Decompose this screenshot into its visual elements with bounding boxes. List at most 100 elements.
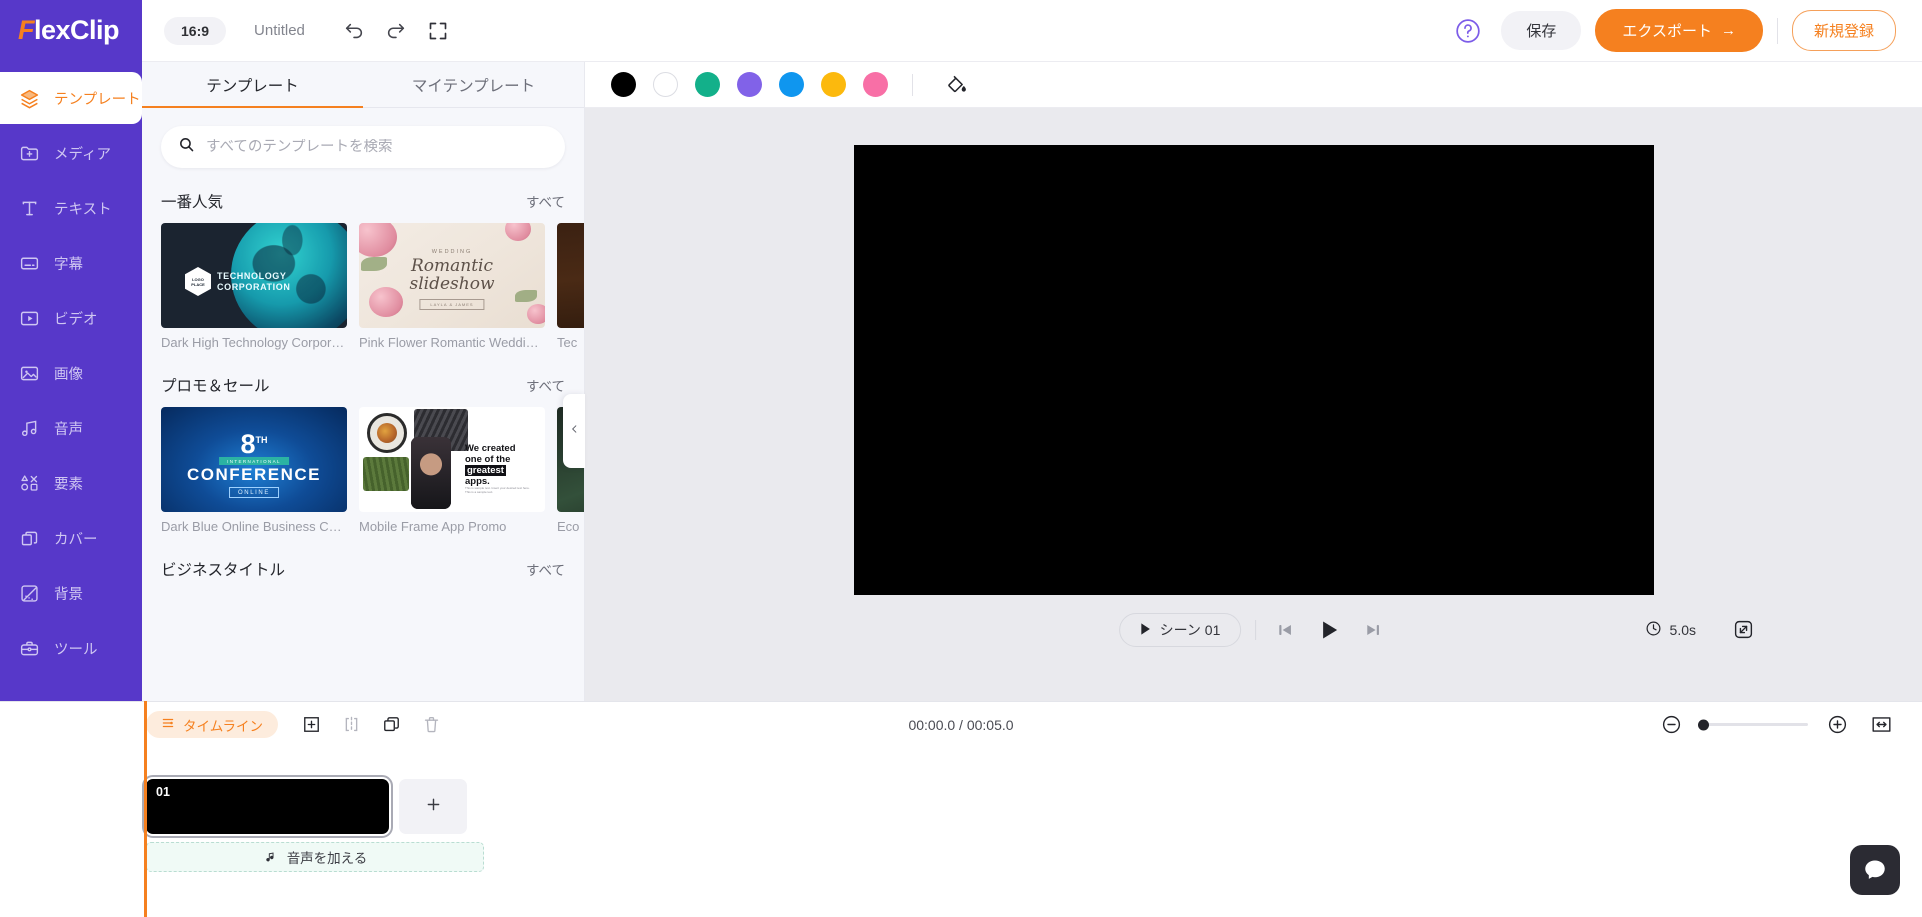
tab-templates[interactable]: テンプレート bbox=[142, 62, 363, 108]
thumbnail-text-line1: TECHNOLOGY bbox=[217, 271, 287, 281]
split-icon[interactable] bbox=[336, 710, 366, 740]
template-card[interactable]: WEDDING Romantic slideshow LAYLA & JAMES… bbox=[359, 223, 545, 350]
pink-swatch[interactable] bbox=[863, 72, 888, 97]
timeline-clip[interactable]: 01 bbox=[142, 775, 393, 838]
expand-icon[interactable] bbox=[419, 12, 457, 50]
redo-icon[interactable] bbox=[377, 12, 415, 50]
template-name: Dark Blue Online Business Confe... bbox=[161, 519, 347, 534]
sidebar-item-video[interactable]: ビデオ bbox=[0, 292, 142, 344]
see-all-link[interactable]: すべて bbox=[526, 191, 565, 211]
shapes-icon bbox=[17, 471, 41, 495]
panel-collapse-button[interactable] bbox=[563, 394, 585, 468]
skip-previous-icon[interactable] bbox=[1270, 615, 1300, 645]
sidebar-item-label: 背景 bbox=[54, 586, 83, 603]
flexclip-logo[interactable]: FlexClip bbox=[0, 0, 142, 62]
sidebar-item-elements[interactable]: 要素 bbox=[0, 457, 142, 509]
toolbar-divider bbox=[912, 73, 913, 96]
sidebar-item-audio[interactable]: 音声 bbox=[0, 402, 142, 454]
sidebar-item-label: カバー bbox=[54, 531, 98, 548]
export-button[interactable]: エクスポート → bbox=[1595, 9, 1763, 52]
plus-square-icon[interactable] bbox=[296, 710, 326, 740]
template-name: Tec bbox=[557, 335, 578, 350]
trash-icon[interactable] bbox=[416, 710, 446, 740]
section-title: 一番人気 bbox=[161, 194, 224, 211]
sidebar-item-image[interactable]: 画像 bbox=[0, 347, 142, 399]
timeline-track-area[interactable]: 01 音声を加える bbox=[0, 701, 1922, 917]
expand-arrows-icon[interactable] bbox=[1724, 611, 1762, 649]
header-divider bbox=[1776, 17, 1778, 44]
sidebar-item-templates[interactable]: テンプレート bbox=[0, 72, 142, 124]
thumbnail-title-line1: Romantic bbox=[410, 256, 494, 276]
subtitle-icon bbox=[17, 251, 41, 275]
fit-width-icon[interactable] bbox=[1866, 710, 1896, 740]
chat-bubble-icon[interactable] bbox=[1850, 845, 1900, 895]
scene-selector-button[interactable]: シーン 01 bbox=[1118, 612, 1242, 647]
app-text-line1: We created bbox=[465, 443, 516, 454]
tab-my-templates[interactable]: マイテンプレート bbox=[363, 62, 584, 107]
undo-icon[interactable] bbox=[335, 12, 373, 50]
template-card[interactable]: Tec bbox=[557, 223, 584, 350]
play-icon[interactable] bbox=[1314, 615, 1344, 645]
playhead[interactable] bbox=[144, 701, 147, 917]
template-card[interactable]: LOGO PLACE TECHNOLOGY CORPORATION Dark H… bbox=[161, 223, 347, 350]
project-title[interactable]: Untitled bbox=[254, 22, 305, 39]
text-t-icon bbox=[17, 196, 41, 220]
sidebar-item-media[interactable]: メディア bbox=[0, 127, 142, 179]
left-sidebar: テンプレート メディア テキスト 字幕 ビデオ 画像 音声 要素 カバー 背景 … bbox=[0, 62, 142, 701]
player-center-controls: シーン 01 bbox=[1118, 612, 1389, 647]
save-button[interactable]: 保存 bbox=[1501, 11, 1582, 50]
search-input[interactable] bbox=[206, 139, 548, 155]
plus-circle-icon[interactable] bbox=[1822, 710, 1852, 740]
timeline-mode-button[interactable]: タイムライン bbox=[146, 711, 279, 738]
sidebar-item-background[interactable]: 背景 bbox=[0, 567, 142, 619]
canvas-area: シーン 01 5.0s bbox=[585, 108, 1922, 701]
green-beans-graphic bbox=[363, 457, 409, 491]
editor-body: テンプレート メディア テキスト 字幕 ビデオ 画像 音声 要素 カバー 背景 … bbox=[0, 62, 1922, 701]
see-all-link[interactable]: すべて bbox=[526, 559, 565, 579]
thumbnail-text: TECHNOLOGY CORPORATION bbox=[217, 271, 290, 293]
phone-frame-graphic bbox=[411, 437, 451, 509]
section-header-promo: プロモ＆セール すべて bbox=[161, 362, 584, 407]
thumbnail-maintext: CONFERENCE bbox=[186, 465, 321, 484]
signup-button[interactable]: 新規登録 bbox=[1791, 10, 1896, 51]
duplicate-icon[interactable] bbox=[376, 710, 406, 740]
minus-circle-icon[interactable] bbox=[1656, 710, 1686, 740]
templates-scroll-area[interactable]: 一番人気 すべて LOGO PLACE TECHNOLOGY CORPORATI… bbox=[142, 178, 584, 701]
app-header: FlexClip 16:9 Untitled 保存 エクスポート → 新規登録 bbox=[0, 0, 1922, 62]
paint-bucket-icon[interactable] bbox=[937, 66, 975, 104]
sidebar-item-text[interactable]: テキスト bbox=[0, 182, 142, 234]
header-left-group: 16:9 Untitled bbox=[142, 12, 457, 50]
template-card[interactable]: 8TH INTERNATIONAL CONFERENCE ONLINE Dark… bbox=[161, 407, 347, 534]
video-canvas[interactable] bbox=[853, 144, 1654, 595]
sidebar-item-cover[interactable]: カバー bbox=[0, 512, 142, 564]
green-swatch[interactable] bbox=[695, 72, 720, 97]
help-circle-icon[interactable] bbox=[1449, 12, 1487, 50]
add-scene-button[interactable] bbox=[399, 779, 467, 834]
yellow-swatch[interactable] bbox=[821, 72, 846, 97]
template-card[interactable]: We created one of the greatest apps. Thi… bbox=[359, 407, 545, 534]
layers-icon bbox=[17, 86, 41, 110]
template-name: Pink Flower Romantic Wedding ... bbox=[359, 335, 545, 350]
aspect-ratio-button[interactable]: 16:9 bbox=[164, 16, 227, 45]
duration-display[interactable]: 5.0s bbox=[1645, 620, 1696, 640]
black-swatch[interactable] bbox=[611, 72, 636, 97]
zoom-slider-handle[interactable] bbox=[1698, 719, 1709, 730]
add-audio-track[interactable]: 音声を加える bbox=[146, 842, 484, 872]
template-search-box[interactable] bbox=[161, 126, 565, 168]
logo-rest-text: lexClip bbox=[34, 15, 120, 45]
white-swatch[interactable] bbox=[653, 72, 678, 97]
blue-swatch[interactable] bbox=[779, 72, 804, 97]
see-all-link[interactable]: すべて bbox=[526, 375, 565, 395]
sidebar-item-tools[interactable]: ツール bbox=[0, 622, 142, 674]
timeline-tools bbox=[296, 710, 446, 740]
thumbnail-text-line2: CORPORATION bbox=[217, 282, 291, 292]
purple-swatch[interactable] bbox=[737, 72, 762, 97]
thumbnail-online-badge: ONLINE bbox=[229, 487, 279, 498]
skip-next-icon[interactable] bbox=[1358, 615, 1388, 645]
plus-icon bbox=[424, 795, 443, 819]
zoom-slider[interactable] bbox=[1698, 719, 1808, 730]
add-audio-label: 音声を加える bbox=[286, 851, 368, 866]
sidebar-item-subtitle[interactable]: 字幕 bbox=[0, 237, 142, 289]
media-folder-icon bbox=[17, 141, 41, 165]
header-right-group: 保存 エクスポート → 新規登録 bbox=[1449, 9, 1922, 52]
